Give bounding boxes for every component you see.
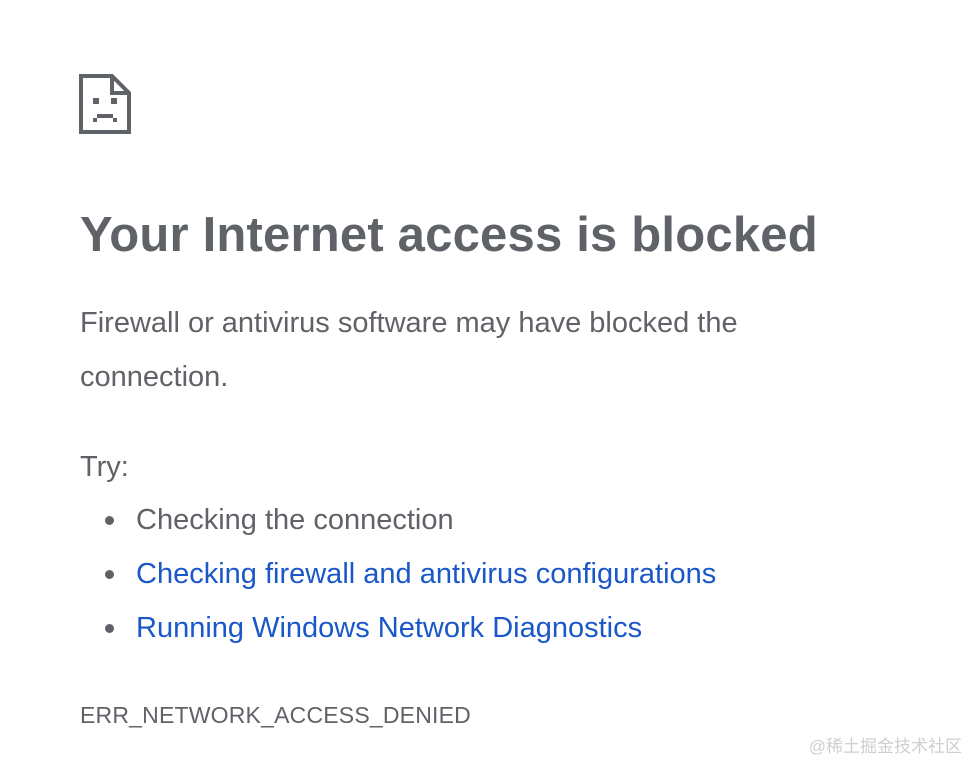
error-code: ERR_NETWORK_ACCESS_DENIED [80, 702, 471, 728]
suggestions-list: Checking the connection Checking firewal… [80, 493, 716, 655]
suggestion-text: Checking the connection [136, 504, 454, 536]
bullet-icon [105, 570, 114, 579]
suggestion-check-firewall: Checking firewall and antivirus configur… [80, 547, 716, 601]
network-diagnostics-link[interactable]: Running Windows Network Diagnostics [136, 612, 642, 644]
bullet-icon [105, 624, 114, 633]
sad-page-icon [79, 74, 131, 134]
suggestion-check-connection: Checking the connection [80, 493, 716, 547]
page-title: Your Internet access is blocked [80, 208, 818, 262]
try-label: Try: [80, 451, 129, 483]
error-description: Firewall or antivirus software may have … [80, 307, 738, 393]
check-firewall-link[interactable]: Checking firewall and antivirus configur… [136, 558, 716, 590]
suggestion-run-diagnostics: Running Windows Network Diagnostics [80, 601, 716, 655]
bullet-icon [105, 516, 114, 525]
watermark: @稀土掘金技术社区 [808, 737, 962, 756]
